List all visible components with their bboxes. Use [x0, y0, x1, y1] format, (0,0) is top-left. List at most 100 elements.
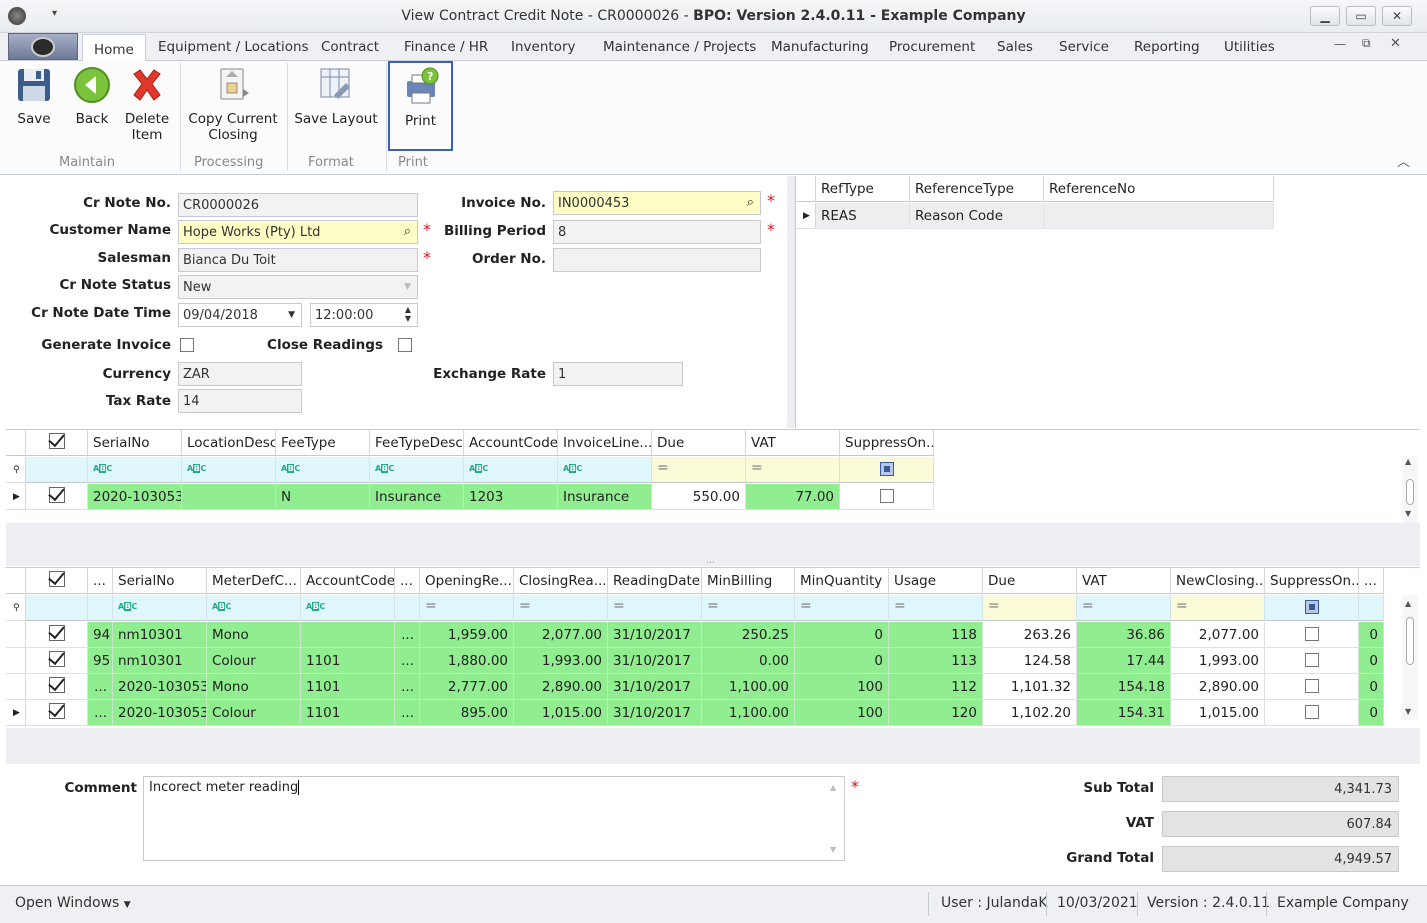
- meter-cell[interactable]: 0: [1359, 648, 1384, 674]
- generate-invoice-checkbox[interactable]: [180, 338, 194, 352]
- fee-grid-scrollbar[interactable]: ▲ ▼: [1402, 457, 1418, 523]
- ref-cell[interactable]: [1044, 203, 1274, 229]
- print-button[interactable]: ? Print: [388, 61, 453, 151]
- tax-rate-field[interactable]: 14: [178, 389, 302, 413]
- fee-cell[interactable]: 550.00: [652, 484, 746, 510]
- ref-cell[interactable]: Reason Code: [910, 203, 1044, 229]
- fee-filter-due[interactable]: =: [652, 457, 746, 483]
- meter-cell[interactable]: 1,100.00: [702, 700, 795, 726]
- ref-header-reftype[interactable]: RefType: [816, 176, 910, 202]
- tab-manufacturing[interactable]: Manufacturing: [771, 39, 869, 55]
- fee-header-suppresson[interactable]: SuppressOn...: [840, 430, 934, 456]
- meter-cell[interactable]: 94: [88, 622, 113, 648]
- back-button[interactable]: Back: [70, 65, 114, 127]
- fee-header-locationdesc[interactable]: LocationDesc: [182, 430, 276, 456]
- select-all-checkbox[interactable]: [48, 433, 65, 449]
- cr-note-date-picker[interactable]: 09/04/2018 ▼: [178, 303, 302, 327]
- fee-filter-serialno[interactable]: ABC: [88, 457, 182, 483]
- fee-header-accountcode[interactable]: AccountCode: [464, 430, 558, 456]
- meter-filter-newclosing[interactable]: =: [1171, 595, 1265, 621]
- meter-cell[interactable]: 118: [889, 622, 983, 648]
- meter-cell[interactable]: 2,890.00: [1171, 674, 1265, 700]
- meter-filter-closing[interactable]: =: [514, 595, 608, 621]
- meter-cell[interactable]: 31/10/2017: [608, 674, 702, 700]
- meter-cell[interactable]: 1,100.00: [702, 674, 795, 700]
- tab-maintenance-projects[interactable]: Maintenance / Projects: [603, 39, 756, 55]
- scroll-up-icon[interactable]: ▲: [1405, 599, 1411, 608]
- fee-header-feetype[interactable]: FeeType: [276, 430, 370, 456]
- meter-cell[interactable]: 0: [795, 648, 889, 674]
- meter-cell[interactable]: 895.00: [420, 700, 514, 726]
- fee-cell[interactable]: N: [276, 484, 370, 510]
- meter-cell[interactable]: 112: [889, 674, 983, 700]
- meter-cell[interactable]: 0: [1359, 700, 1384, 726]
- meter-cell[interactable]: 2,077.00: [514, 622, 608, 648]
- mdi-restore-icon[interactable]: ⧉: [1362, 36, 1371, 51]
- save-button[interactable]: Save: [12, 65, 56, 127]
- comment-textarea[interactable]: Incorect meter reading ▲ ▼: [143, 776, 845, 861]
- meter-cell[interactable]: 1,102.20: [983, 700, 1077, 726]
- meter-filter-readingdate[interactable]: =: [608, 595, 702, 621]
- meter-filter-meterdef[interactable]: ABC: [207, 595, 301, 621]
- meter-header-vat[interactable]: VAT: [1077, 568, 1171, 594]
- fee-header-serialno[interactable]: SerialNo: [88, 430, 182, 456]
- meter-cell[interactable]: 250.25: [702, 622, 795, 648]
- row-checkbox-checked[interactable]: [48, 487, 65, 503]
- meter-header-newclosing[interactable]: NewClosing...: [1171, 568, 1265, 594]
- fee-header-due[interactable]: Due: [652, 430, 746, 456]
- indeterminate-checkbox-icon[interactable]: [879, 462, 894, 476]
- salesman-field[interactable]: Bianca Du Toit: [178, 248, 418, 272]
- fee-cell[interactable]: 1203: [464, 484, 558, 510]
- meter-cell[interactable]: 1,993.00: [514, 648, 608, 674]
- meter-cell[interactable]: 17.44: [1077, 648, 1171, 674]
- meter-cell[interactable]: ...: [88, 674, 113, 700]
- meter-cell[interactable]: 113: [889, 648, 983, 674]
- chevron-down-icon[interactable]: ▼: [288, 310, 295, 320]
- meter-cell-suppress[interactable]: [1265, 622, 1359, 648]
- meter-grid-scrollbar[interactable]: ▲ ▼: [1402, 595, 1418, 720]
- ref-header-referenceno[interactable]: ReferenceNo: [1044, 176, 1274, 202]
- meter-cell[interactable]: ...: [395, 622, 420, 648]
- scroll-down-icon[interactable]: ▼: [1405, 509, 1411, 518]
- meter-filter-accountcode[interactable]: ABC: [301, 595, 395, 621]
- tab-sales[interactable]: Sales: [997, 39, 1033, 55]
- meter-filter-due[interactable]: =: [983, 595, 1077, 621]
- fee-cell[interactable]: [182, 484, 276, 510]
- meter-cell[interactable]: 1,015.00: [1171, 700, 1265, 726]
- fee-filter-feetypedesc[interactable]: ABC: [370, 457, 464, 483]
- app-menu-button[interactable]: [8, 33, 78, 60]
- meter-cell[interactable]: 0: [795, 622, 889, 648]
- meter-header-serialno[interactable]: SerialNo: [113, 568, 207, 594]
- invoice-no-field[interactable]: IN0000453 ⌕: [553, 191, 761, 215]
- meter-row-select[interactable]: [26, 622, 88, 648]
- meter-cell[interactable]: Colour: [207, 700, 301, 726]
- meter-row-select[interactable]: [26, 674, 88, 700]
- meter-filter[interactable]: [88, 595, 113, 621]
- meter-cell[interactable]: [301, 622, 395, 648]
- meter-header-col4[interactable]: ...: [395, 568, 420, 594]
- fee-filter-locationdesc[interactable]: ABC: [182, 457, 276, 483]
- tab-finance-hr[interactable]: Finance / HR: [404, 39, 488, 55]
- search-icon[interactable]: ⌕: [747, 195, 754, 210]
- suppress-checkbox[interactable]: [879, 489, 894, 503]
- meter-cell[interactable]: 2,077.00: [1171, 622, 1265, 648]
- meter-header-due[interactable]: Due: [983, 568, 1077, 594]
- suppress-checkbox[interactable]: [1304, 705, 1319, 719]
- fee-row-select[interactable]: [26, 484, 88, 510]
- row-checkbox-checked[interactable]: [48, 703, 65, 719]
- spin-updown-icon[interactable]: ▲ ▼: [405, 305, 411, 323]
- meter-cell-suppress[interactable]: [1265, 674, 1359, 700]
- meter-cell[interactable]: ...: [395, 700, 420, 726]
- meter-header-select-all[interactable]: [26, 568, 88, 594]
- meter-cell[interactable]: 1101: [301, 648, 395, 674]
- meter-filter-minbilling[interactable]: =: [702, 595, 795, 621]
- vertical-splitter[interactable]: [787, 176, 795, 428]
- meter-header-usage[interactable]: Usage: [889, 568, 983, 594]
- search-icon[interactable]: ⌕: [404, 224, 411, 239]
- meter-header-col15[interactable]: ...: [1359, 568, 1384, 594]
- meter-cell[interactable]: 0: [1359, 622, 1384, 648]
- meter-cell[interactable]: 0: [1359, 674, 1384, 700]
- meter-filter-suppresson[interactable]: [1265, 595, 1359, 621]
- fee-header-feetypedesc[interactable]: FeeTypeDesc: [370, 430, 464, 456]
- meter-cell[interactable]: ...: [395, 648, 420, 674]
